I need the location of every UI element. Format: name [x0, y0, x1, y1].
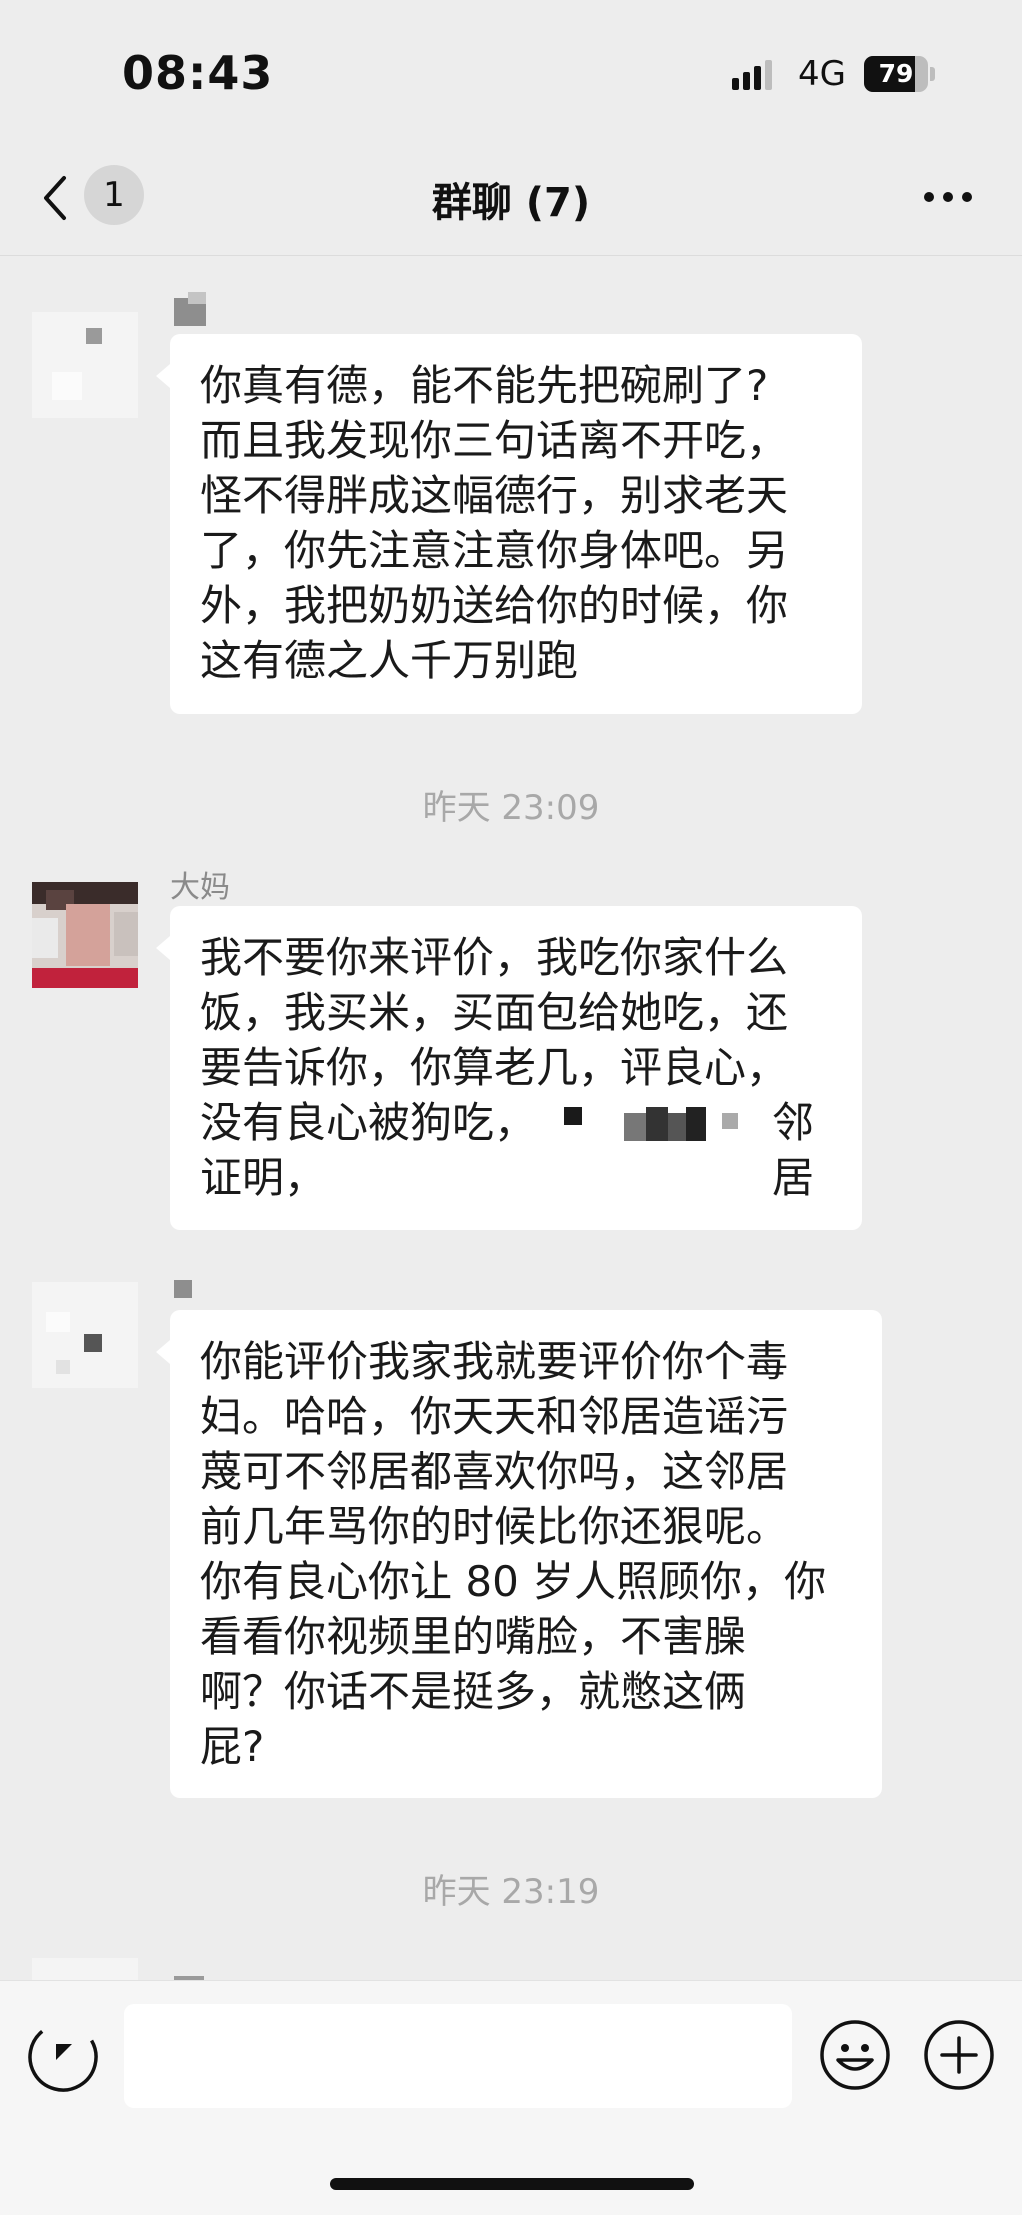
message-line: 要告诉你，你算老几，评良心， [200, 1043, 789, 1092]
message-line: 怪不得胖成这幅德行，别求老天 [200, 471, 789, 520]
message-line: 了，你先注意注意你身体吧。另 [200, 526, 789, 575]
avatar[interactable] [32, 1282, 138, 1388]
avatar[interactable] [32, 1958, 138, 1980]
page-title: 群聊 (7) [431, 180, 591, 226]
message-input[interactable] [124, 2004, 792, 2108]
message-timestamp: 昨天 23:09 [422, 788, 600, 828]
message-line: 啊？你话不是挺多，就憋这俩 [200, 1667, 747, 1716]
message-line: 蔑可不邻居都喜欢你吗，这邻居 [200, 1447, 789, 1496]
message-line: 外，我把奶奶送给你的时候，你 [200, 581, 789, 630]
message-line: 屁? [200, 1722, 265, 1771]
sender-name: 大妈 [170, 870, 230, 905]
status-bar: 08:43 4G 79 [0, 0, 1022, 150]
more-options-icon[interactable] [922, 190, 974, 204]
message-line: 而且我发现你三句话离不开吃， [200, 416, 789, 465]
message-line: 看看你视频里的嘴脸，不害臊 [200, 1612, 747, 1661]
battery-icon: 79 [864, 56, 935, 92]
message-line: 妇。哈哈，你天天和邻居造谣污 [200, 1392, 789, 1441]
message-text: 邻居 [772, 1098, 815, 1202]
voice-input-icon[interactable] [26, 2020, 100, 2094]
home-indicator[interactable] [330, 2178, 694, 2190]
status-time: 08:43 [122, 46, 274, 100]
message-line: 证明， [200, 1153, 327, 1202]
network-type: 4G [798, 54, 846, 94]
message-line: 我不要你来评价，我吃你家什么 [200, 933, 789, 982]
avatar[interactable] [32, 312, 138, 418]
emoji-icon[interactable] [818, 2018, 892, 2092]
message-line: 这有德之人千万别跑 [200, 636, 579, 685]
message-bubble[interactable]: 你真有德，能不能先把碗刷了? 而且我发现你三句话离不开吃， 怪不得胖成这幅德行，… [156, 334, 862, 714]
redacted-text [564, 1107, 764, 1141]
add-attachment-icon[interactable] [922, 2018, 996, 2092]
message-line: 饭，我买米，买面包给她吃，还 [200, 988, 789, 1037]
message-line: 没有良心被狗吃， 邻居 [200, 1095, 832, 1202]
signal-strength-icon [732, 60, 772, 90]
avatar[interactable] [32, 882, 138, 988]
message-timestamp: 昨天 23:19 [422, 1872, 600, 1912]
message-line: 你能评价我家我就要评价你个毒 [200, 1337, 789, 1386]
message-bubble[interactable]: 我不要你来评价，我吃你家什么 饭，我买米，买面包给她吃，还 要告诉你，你算老几，… [156, 906, 862, 1230]
message-line: 前几年骂你的时候比你还狠呢。 [200, 1502, 789, 1551]
message-bubble[interactable]: 你能评价我家我就要评价你个毒 妇。哈哈，你天天和邻居造谣污 蔑可不邻居都喜欢你吗… [156, 1310, 882, 1798]
message-line: 你有良心你让 80 岁人照顾你，你 [200, 1557, 827, 1606]
message-text: 没有良心被狗吃， [200, 1098, 537, 1147]
message-line: 你真有德，能不能先把碗刷了? [200, 361, 769, 410]
battery-level: 79 [878, 59, 914, 88]
